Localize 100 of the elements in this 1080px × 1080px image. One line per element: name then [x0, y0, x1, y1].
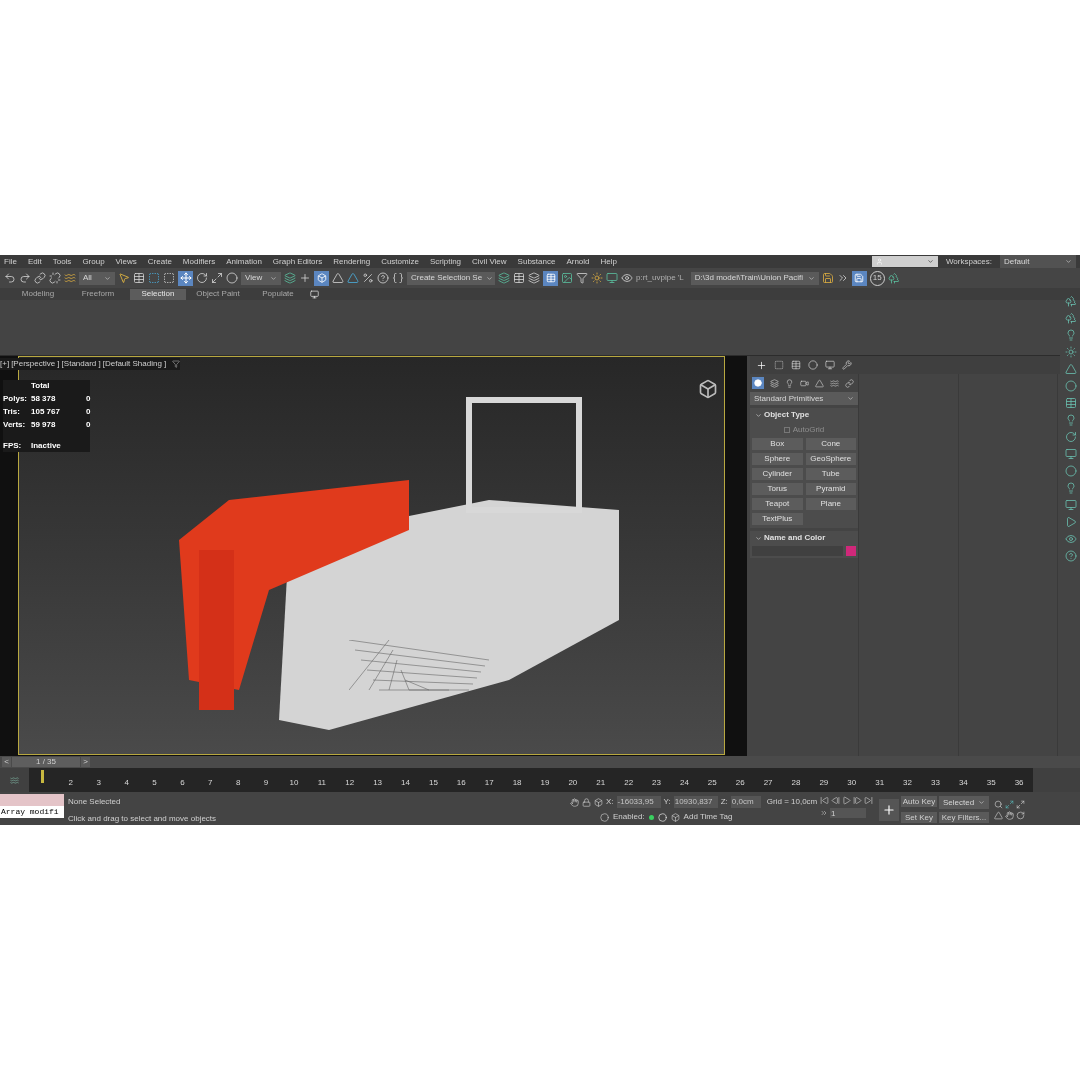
stats-total: 105 767	[31, 406, 61, 418]
menu-item[interactable]: Scripting	[429, 255, 462, 268]
reference-coordinate-dropdown[interactable]: View	[241, 271, 281, 285]
fps-label: FPS:	[3, 440, 23, 452]
z-coordinate-field[interactable]: 0,0cm	[730, 796, 761, 808]
selection-filter-dropdown[interactable]: All	[79, 271, 115, 285]
fps-value: Inactive	[31, 440, 61, 452]
frame-number: 27	[762, 777, 774, 789]
frame-number: 19	[539, 777, 551, 789]
frame-number: 14	[400, 777, 411, 789]
prompt-text: Click and drag to select and move objects	[68, 813, 218, 825]
previous-frame-button[interactable]: <	[2, 757, 11, 767]
stats-total: 59 978	[31, 419, 57, 431]
menu-item[interactable]: Create	[147, 255, 172, 268]
primitive-button[interactable]: Tube	[805, 468, 856, 480]
grid-size-text: Grid = 10,0cm	[766, 796, 818, 808]
key-filters-button[interactable]: Key Filters...	[939, 812, 989, 823]
menu-item[interactable]: Rendering	[333, 255, 371, 268]
frame-number: 29	[818, 777, 830, 789]
menu-item[interactable]: Arnold	[566, 255, 590, 268]
add-time-tag-link[interactable]: Add Time Tag	[683, 811, 733, 823]
primitive-button[interactable]: GeoSphere	[805, 453, 856, 465]
viewport-label-menu[interactable]: [Standard ]	[61, 358, 101, 370]
frame-number: 6	[179, 777, 186, 789]
next-frame-button[interactable]: >	[81, 757, 90, 767]
ribbon-tab[interactable]: Populate	[250, 288, 306, 300]
stats-selected: 0	[86, 393, 91, 405]
maxscript-input[interactable]: Array modifi	[0, 806, 64, 818]
perspective-viewport[interactable]: [+] [Perspective ] [Standard ] [Default Shading ] Total Polys: 58 378 0 Tris: 105 767 0 Verts: 59 978 0 FPS: Inactive	[0, 356, 747, 756]
frame-number: 10	[288, 777, 300, 789]
x-coordinate-field[interactable]: -16033,95	[616, 796, 661, 808]
frame-number: 7	[207, 777, 214, 789]
menu-item[interactable]: Graph Editors	[272, 255, 323, 268]
frame-number: 13	[372, 777, 384, 789]
viewport-label-menu[interactable]: [+]	[0, 358, 10, 370]
primitive-button[interactable]: Teapot	[752, 498, 803, 510]
menu-item[interactable]: Tools	[52, 255, 72, 268]
key-mode-dropdown[interactable]: Selected	[939, 796, 989, 809]
frame-number: 22	[623, 777, 635, 789]
menu-item[interactable]: Help	[600, 255, 617, 268]
viewport-label-menu[interactable]: [Perspective ]	[11, 358, 60, 370]
primitive-button[interactable]: Cylinder	[752, 468, 803, 480]
primitive-button[interactable]: Plane	[805, 498, 856, 510]
frame-number: 5	[151, 777, 158, 789]
frame-number: 36	[1013, 777, 1025, 789]
project-path-dropdown[interactable]: D:\3d model\Train\Union Pacifi	[690, 271, 819, 285]
frame-number: 35	[985, 777, 997, 789]
track-bar[interactable]: 2 3 4 5 6 7 8 9 10 11 12 13 14 15 16 17 18 19 20 21 22 23 24 25 26 27 28 29 30 31 32 33 34 35 36	[29, 768, 1033, 792]
frame-number: 9	[262, 777, 270, 789]
stats-label: Polys:	[3, 393, 28, 405]
primitive-button[interactable]: Box	[752, 438, 803, 450]
menu-item[interactable]: File	[4, 255, 17, 268]
stats-total: 58 378	[31, 393, 57, 405]
menu-item[interactable]: Substance	[517, 255, 556, 268]
menu-item[interactable]: Views	[115, 255, 137, 268]
stats-selected: 0	[86, 406, 91, 418]
menu-item[interactable]: Animation	[226, 255, 262, 268]
frame-number: 17	[483, 777, 495, 789]
selection-status: None Selected	[68, 796, 122, 808]
primitive-button[interactable]: Torus	[752, 483, 803, 495]
frame-number: 25	[706, 777, 718, 789]
auto-key-button[interactable]: Auto Key	[901, 796, 937, 807]
menu-item[interactable]: Edit	[27, 255, 42, 268]
frame-number: 12	[344, 777, 356, 789]
z-label: Z:	[720, 796, 728, 808]
ribbon-tab[interactable]: Object Paint	[190, 288, 246, 300]
menu-item[interactable]: Group	[82, 255, 105, 268]
named-selection-dropdown[interactable]: Create Selection Se	[407, 271, 495, 285]
ribbon-tab[interactable]: Selection	[130, 288, 186, 300]
primitive-button[interactable]: TextPlus	[752, 513, 803, 525]
object-category-dropdown[interactable]: Standard Primitives	[750, 392, 858, 405]
primitive-button[interactable]: Pyramid	[805, 483, 856, 495]
stats-label: Verts:	[3, 419, 27, 431]
y-coordinate-field[interactable]: 10930,837	[673, 796, 718, 808]
frame-number: 2	[67, 777, 75, 789]
menu-item[interactable]: Modifiers	[182, 255, 216, 268]
rollout-title[interactable]: Object Type	[764, 409, 810, 421]
frame-number: 21	[595, 777, 607, 789]
primitive-button[interactable]: Sphere	[752, 453, 803, 465]
frame-number: 31	[874, 777, 886, 789]
time-slider-handle[interactable]: 1 / 35	[12, 757, 80, 767]
frame-number: 18	[511, 777, 523, 789]
menu-item[interactable]: Customize	[381, 255, 419, 268]
menu-item[interactable]: Civil View	[472, 255, 507, 268]
workspaces-dropdown[interactable]: Default	[1000, 255, 1076, 268]
viewport-label-menu[interactable]: [Default Shading ]	[102, 358, 167, 370]
primitive-button[interactable]: Cone	[805, 438, 856, 450]
frame-number: 11	[316, 777, 327, 789]
stats-header: Total	[30, 380, 51, 392]
ribbon-tab[interactable]: Freeform	[70, 288, 126, 300]
set-key-button[interactable]: Set Key	[901, 812, 937, 823]
frame-number: 32	[902, 777, 913, 789]
frame-number: 24	[678, 777, 690, 789]
autogrid-label: AutoGrid	[792, 424, 825, 436]
frame-number: 23	[651, 777, 662, 789]
current-frame-field[interactable]: 1	[830, 808, 866, 818]
rollout-title[interactable]: Name and Color	[764, 532, 826, 544]
stats-label: Tris:	[3, 406, 21, 418]
ribbon-tab[interactable]: Modeling	[10, 288, 66, 300]
frame-number: 20	[567, 777, 579, 789]
